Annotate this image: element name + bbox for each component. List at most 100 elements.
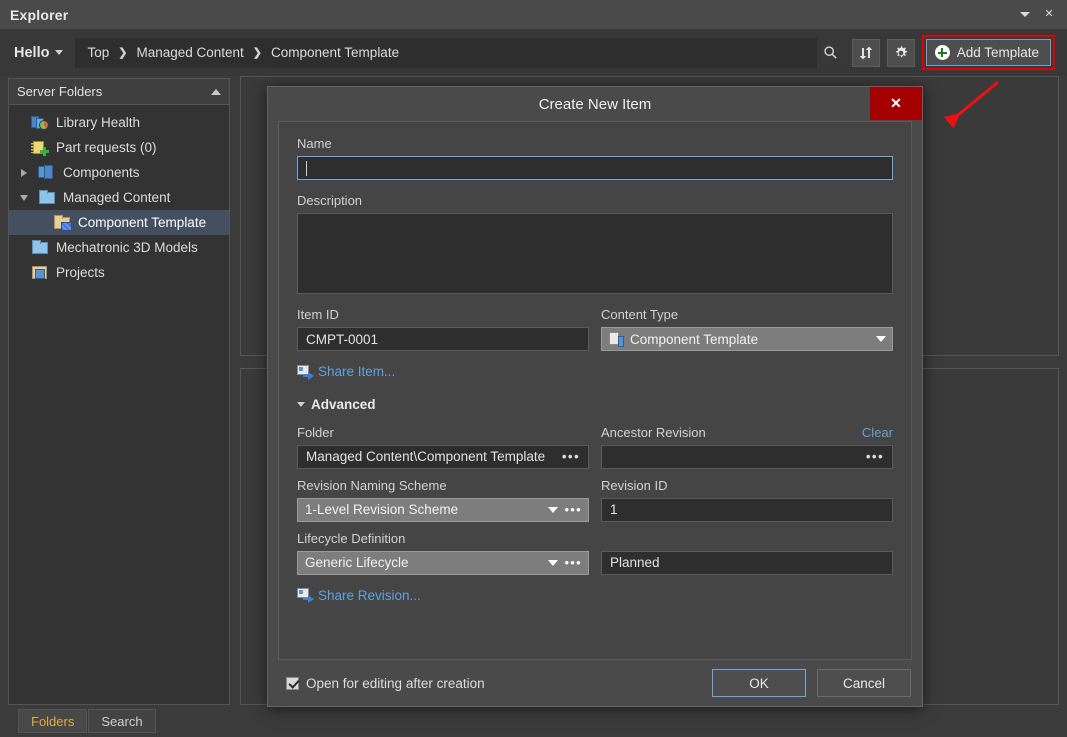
dialog-title: Create New Item: [538, 95, 652, 113]
lifecycle-definition-label: Lifecycle Definition: [297, 530, 406, 546]
tree-item-managed-content[interactable]: Managed Content: [9, 185, 229, 210]
dialog-footer: Open for editing after creation OK Cance…: [268, 660, 922, 706]
expand-twisty-icon[interactable]: [17, 168, 31, 177]
name-label: Name: [297, 136, 332, 151]
folder-input[interactable]: Managed Content\Component Template •••: [297, 444, 589, 469]
breadcrumb-separator-icon: ❯: [252, 47, 262, 59]
component-template-icon: [609, 331, 624, 347]
tree-item-label: Part requests (0): [56, 140, 157, 155]
chevron-down-icon: [548, 506, 559, 513]
account-menu-button[interactable]: Hello: [14, 44, 64, 61]
revision-naming-scheme-select[interactable]: 1-Level Revision Scheme •••: [297, 497, 589, 522]
add-template-label: Add Template: [956, 45, 1039, 60]
lifecycle-row: Lifecycle Definition Generic Lifecycle •…: [297, 531, 893, 575]
tree-item-projects[interactable]: Projects: [9, 260, 229, 285]
dialog-close-button[interactable]: ✕: [870, 87, 922, 120]
account-label: Hello: [14, 44, 50, 61]
description-input[interactable]: [297, 213, 893, 294]
refresh-button[interactable]: [851, 38, 880, 67]
item-id-label: Item ID: [297, 307, 339, 322]
breadcrumb-separator-icon: ❯: [118, 47, 128, 59]
ok-button[interactable]: OK: [712, 669, 806, 697]
lifecycle-state-input[interactable]: Planned: [601, 550, 893, 575]
tree-item-components[interactable]: Components: [9, 160, 229, 185]
share-item-label: Share Item...: [318, 364, 396, 379]
projects-icon: [31, 264, 49, 281]
chevron-up-icon[interactable]: [211, 88, 221, 95]
content-type-select[interactable]: Component Template: [601, 327, 893, 351]
ancestor-revision-browse-button[interactable]: •••: [866, 449, 884, 464]
component-template-icon: [53, 214, 72, 231]
tree-item-label: Projects: [56, 265, 105, 280]
tree-item-component-template[interactable]: Component Template: [9, 210, 229, 235]
window-title: Explorer: [10, 6, 69, 23]
settings-button[interactable]: [886, 38, 915, 67]
ancestor-revision-clear-link[interactable]: Clear: [862, 425, 893, 440]
cancel-button[interactable]: Cancel: [817, 669, 911, 697]
breadcrumb: Top ❯ Managed Content ❯ Component Templa…: [75, 37, 817, 68]
dialog-title-bar: Create New Item ✕: [268, 87, 922, 121]
create-new-item-dialog: Create New Item ✕ Name Description Item …: [267, 86, 923, 707]
server-folders-panel: Server Folders Library Health Part reque…: [8, 78, 230, 705]
folder-icon: [38, 189, 56, 206]
ancestor-revision-input[interactable]: •••: [601, 444, 893, 469]
panel-tabs: Folders Search: [18, 709, 156, 733]
minimize-dropdown-button[interactable]: [1015, 5, 1035, 25]
dialog-body: Name Description Item ID CMPT-0001 Conte…: [278, 121, 912, 660]
tree-item-part-requests[interactable]: Part requests (0): [9, 135, 229, 160]
server-folders-header: Server Folders: [9, 79, 229, 105]
revision-id-input[interactable]: 1: [601, 497, 893, 522]
folder-browse-button[interactable]: •••: [562, 449, 580, 464]
share-revision-link[interactable]: Share Revision...: [297, 588, 421, 603]
revision-id-label: Revision ID: [601, 477, 668, 493]
chevron-down-icon: [297, 401, 305, 407]
advanced-section-toggle[interactable]: Advanced: [297, 397, 893, 412]
lifecycle-definition-select[interactable]: Generic Lifecycle •••: [297, 550, 589, 575]
breadcrumb-item-top[interactable]: Top: [87, 45, 109, 60]
tree-item-label: Library Health: [56, 115, 141, 130]
search-icon: [824, 46, 837, 59]
collapse-twisty-icon[interactable]: [17, 194, 31, 201]
tree-item-mechatronic-3d-models[interactable]: Mechatronic 3D Models: [9, 235, 229, 260]
revision-scheme-row: Revision Naming Scheme 1-Level Revision …: [297, 478, 893, 522]
add-template-button[interactable]: Add Template: [925, 39, 1051, 66]
sync-refresh-icon: [859, 46, 873, 59]
components-icon: [38, 164, 56, 181]
revision-naming-scheme-browse-button[interactable]: •••: [564, 502, 582, 517]
breadcrumb-item-managed-content[interactable]: Managed Content: [136, 45, 243, 60]
revision-naming-scheme-value: 1-Level Revision Scheme: [305, 502, 459, 517]
open-for-editing-label: Open for editing after creation: [306, 675, 485, 691]
description-label: Description: [297, 193, 363, 208]
tab-search[interactable]: Search: [88, 709, 156, 733]
tree-item-library-health[interactable]: Library Health: [9, 110, 229, 135]
content-type-label: Content Type: [601, 307, 679, 322]
chevron-down-icon: [1020, 12, 1030, 17]
tab-folders[interactable]: Folders: [18, 709, 88, 733]
chevron-down-icon: [55, 50, 64, 55]
tree-item-label: Managed Content: [63, 190, 171, 205]
share-revision-label: Share Revision...: [318, 587, 421, 603]
window-controls: ✕: [1015, 5, 1067, 25]
add-template-highlight: Add Template: [921, 35, 1055, 70]
lifecycle-definition-value: Generic Lifecycle: [305, 555, 409, 570]
item-id-content-type-row: Item ID CMPT-0001 Content Type Component…: [297, 307, 893, 351]
breadcrumb-item-component-template[interactable]: Component Template: [271, 45, 399, 60]
search-button[interactable]: [817, 39, 845, 67]
open-for-editing-checkbox[interactable]: Open for editing after creation: [286, 676, 485, 691]
explorer-window: Explorer ✕ Hello Top ❯ Managed Content ❯…: [0, 0, 1067, 737]
close-window-button[interactable]: ✕: [1039, 5, 1059, 25]
tree-item-label: Component Template: [78, 215, 207, 230]
folder-ancestor-row: Folder Managed Content\Component Templat…: [297, 425, 893, 469]
share-item-link[interactable]: Share Item...: [297, 364, 396, 380]
folder-label: Folder: [297, 424, 334, 440]
server-folders-title: Server Folders: [17, 84, 103, 99]
tree-item-label: Components: [63, 165, 140, 180]
share-icon: [297, 588, 314, 603]
folder-value: Managed Content\Component Template: [306, 449, 546, 464]
lifecycle-definition-browse-button[interactable]: •••: [564, 555, 582, 570]
plus-circle-icon: [934, 45, 950, 60]
library-health-icon: [31, 114, 49, 131]
item-id-input[interactable]: CMPT-0001: [297, 327, 589, 351]
name-input[interactable]: [297, 156, 893, 180]
dialog-buttons: OK Cancel: [712, 669, 911, 697]
